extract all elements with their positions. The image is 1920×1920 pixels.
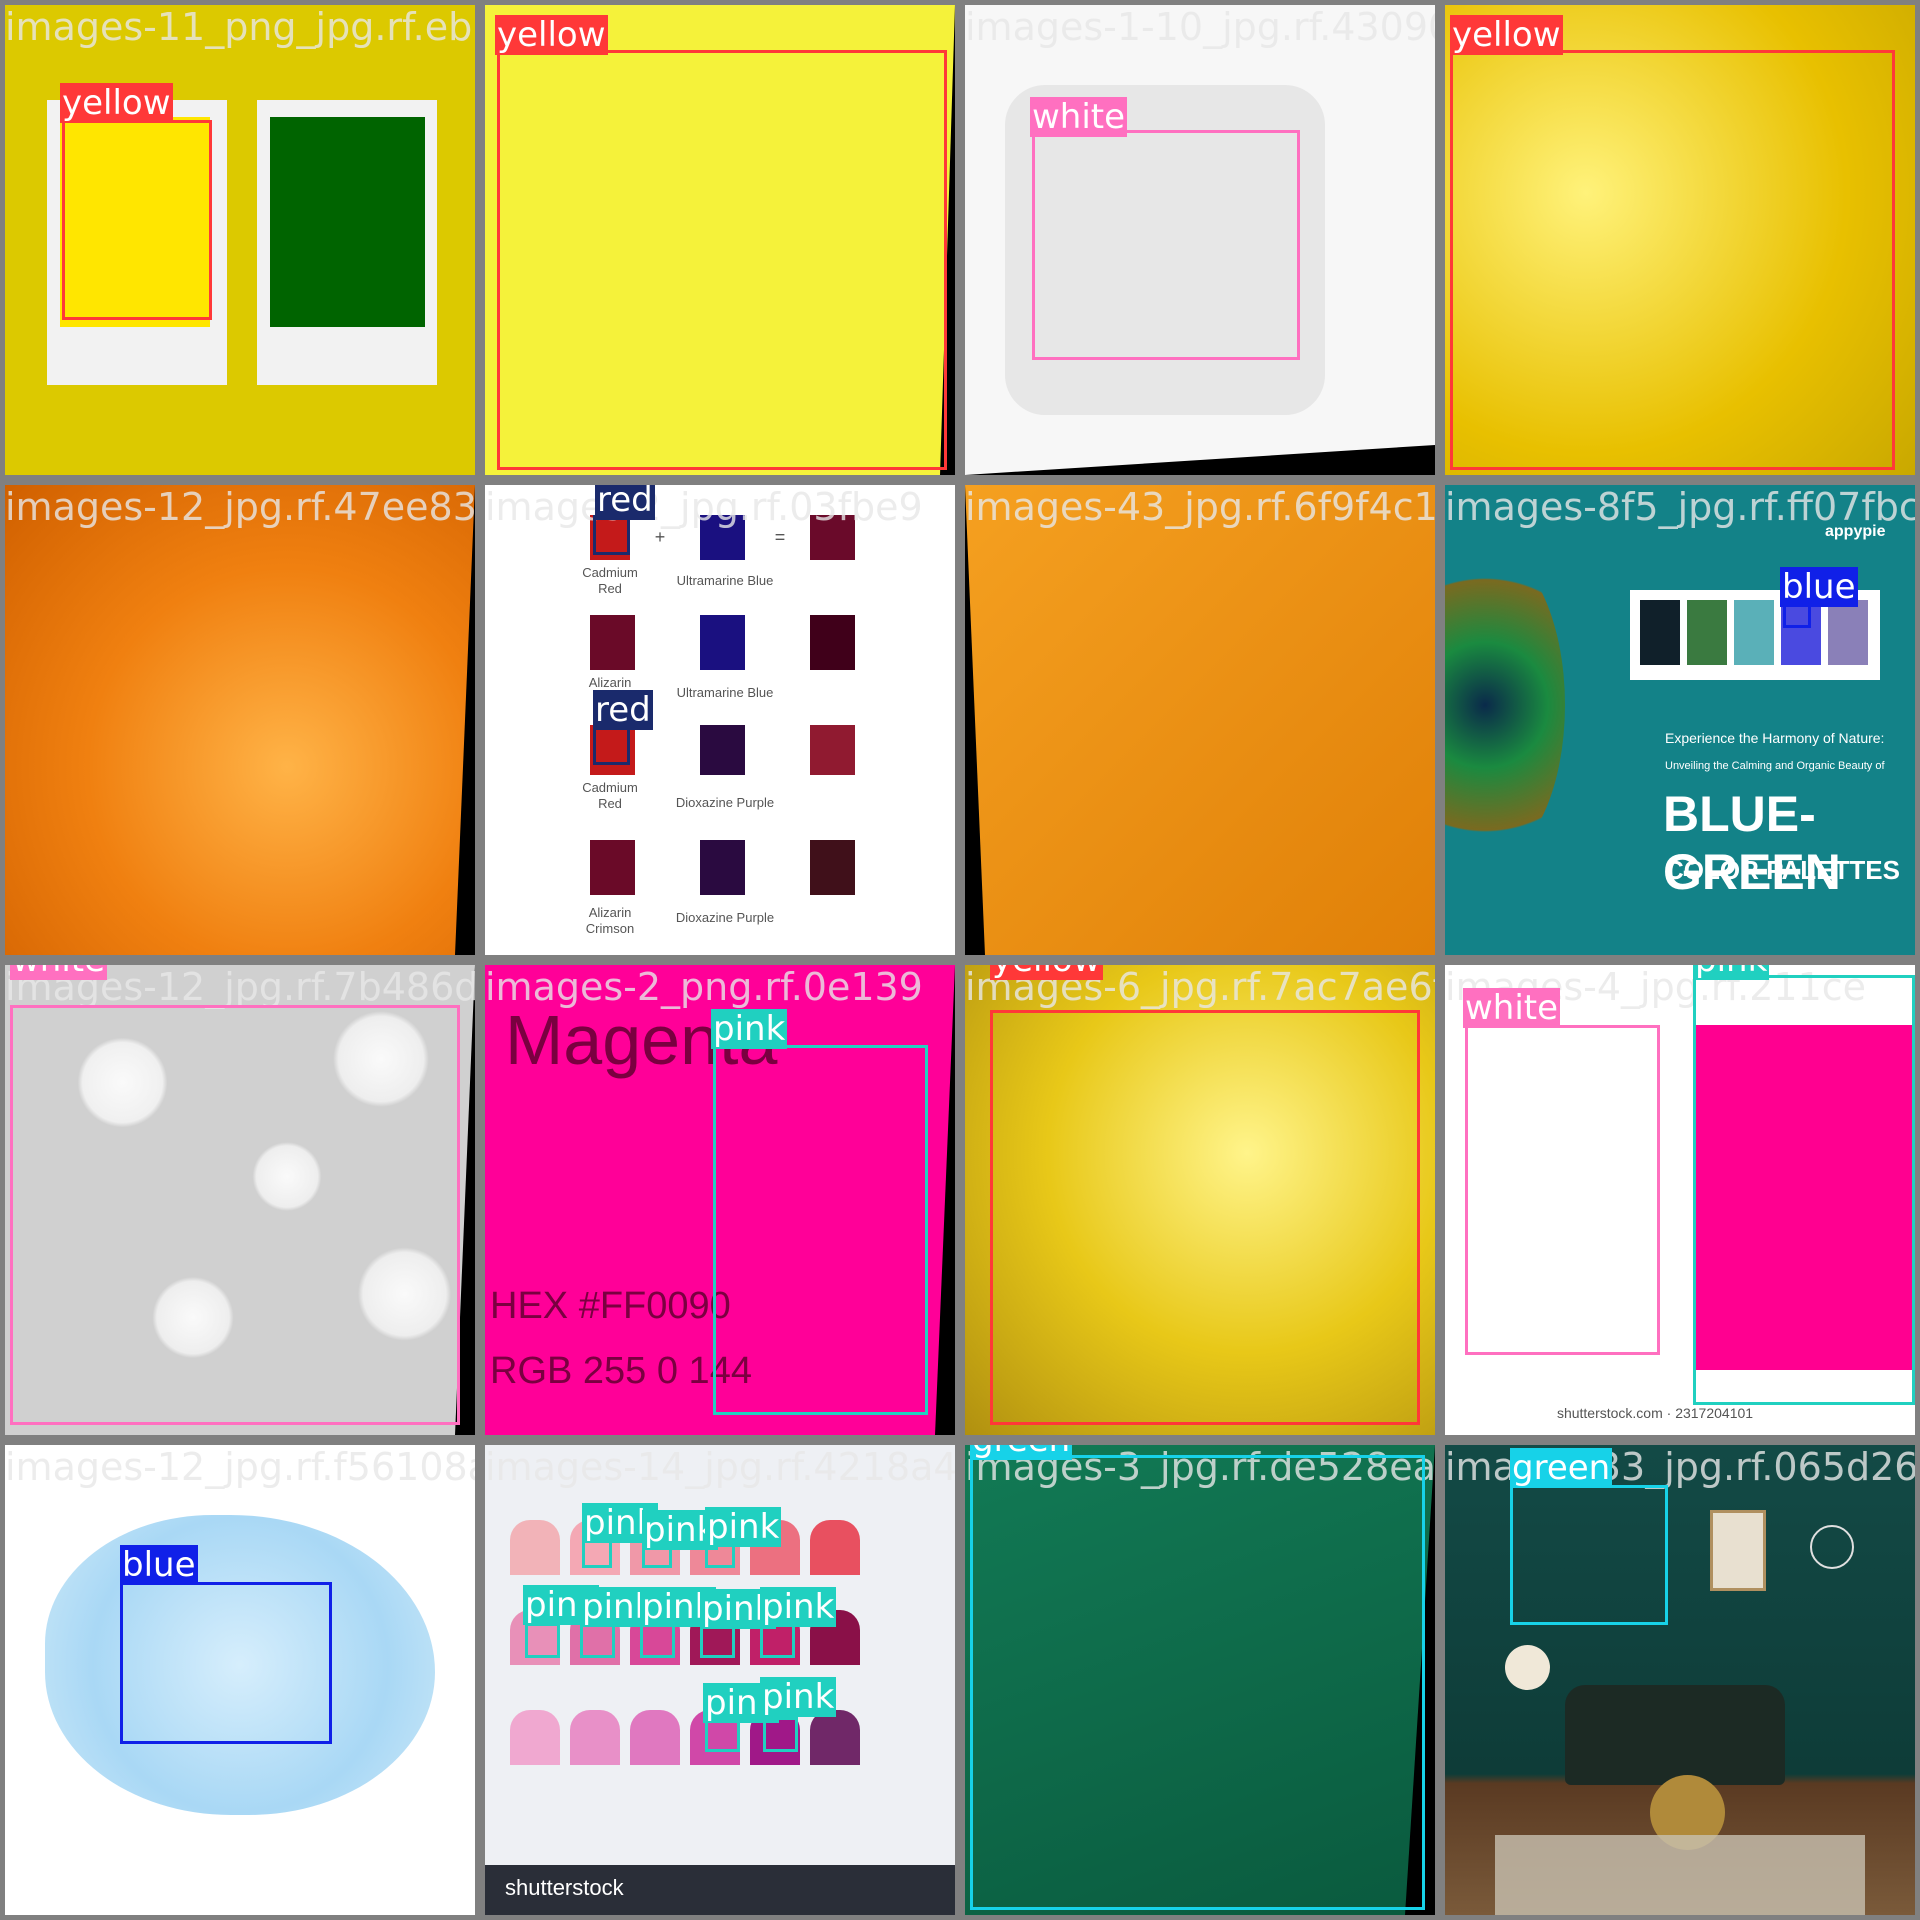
hex-code: HEX #FF0090 xyxy=(490,1285,731,1327)
bbox-label: yellow xyxy=(990,965,1103,980)
bbox-label: green xyxy=(1510,1448,1613,1488)
equals-sign: = xyxy=(774,527,786,547)
tile-1: yellow images-11_png_jpg.rf.eb53e xyxy=(5,5,475,475)
tile-filename: images-8f5_jpg.rf.ff07fbc95c xyxy=(1445,485,1915,529)
bbox-yellow xyxy=(62,120,212,320)
bbox-label: yellow xyxy=(60,83,173,123)
bbox-pink xyxy=(713,1045,928,1415)
bbox-yellow xyxy=(990,1010,1420,1425)
tile-6: Cadmium Red Ultramarine Blue Alizarin Ul… xyxy=(485,485,955,955)
swatch-caption: Dioxazine Purple xyxy=(675,910,775,925)
watermark-credit: shutterstock.com · 2317204101 xyxy=(1556,1405,1754,1421)
mosaic-grid: yellow images-11_png_jpg.rf.eb53e yellow… xyxy=(0,0,1920,1920)
bbox-label: yellow xyxy=(495,15,608,55)
tile-9: white images-12_jpg.rf.7b486d3a7 xyxy=(5,965,475,1435)
swatch-caption: Red xyxy=(598,796,622,811)
tile-4: yellow xyxy=(1445,5,1915,475)
bbox-label: white xyxy=(1463,988,1561,1028)
tile-filename: images-12_jpg.rf.f56108a30 xyxy=(5,1445,475,1489)
brand-watermark: shutterstock xyxy=(505,1875,624,1900)
bbox-green xyxy=(970,1455,1425,1910)
tile-filename: images-14_jpg.rf.4218a44e xyxy=(485,1445,955,1489)
bbox-yellow xyxy=(497,50,947,470)
tile-16: green images-33_jpg.rf.065d2675a xyxy=(1445,1445,1915,1915)
bbox-label: white xyxy=(10,965,108,980)
bbox-label: yellow xyxy=(1450,15,1563,55)
bbox-pink xyxy=(580,1623,615,1658)
plus-sign: + xyxy=(654,527,666,547)
tile-3: white images-1-10_jpg.rf.430902ca5 xyxy=(965,5,1435,475)
tile-5: orange images-12_jpg.rf.47ee83f77 xyxy=(5,485,475,955)
swatch-caption: Red xyxy=(598,581,622,596)
bbox-pink xyxy=(1693,975,1915,1405)
bbox-label: pink xyxy=(760,1677,837,1717)
tile-filename: images-12_jpg.rf.47ee83f77 xyxy=(5,485,475,529)
bbox-label: green xyxy=(970,1445,1073,1460)
tile-15: green images-3_jpg.rf.de528eaf9 xyxy=(965,1445,1435,1915)
bbox-green xyxy=(1510,1485,1668,1625)
tile-10: Magenta HEX #FF0090 RGB 255 0 144 pink i… xyxy=(485,965,955,1435)
bbox-white xyxy=(1465,1025,1660,1355)
bbox-pink xyxy=(525,1623,560,1658)
tile-11: yellow images-6_jpg.rf.7ac7ae6f xyxy=(965,965,1435,1435)
bbox-label: white xyxy=(1030,97,1128,137)
swatch-caption: Crimson xyxy=(585,921,635,936)
bbox-label: pink xyxy=(760,1587,837,1627)
tile-filename: images-2_png.rf.0e139 xyxy=(485,965,923,1009)
bbox-label: pink xyxy=(1693,965,1770,980)
swatch-caption: Alizarin xyxy=(588,675,632,690)
bbox-pink xyxy=(640,1623,675,1658)
swatch-caption: Dioxazine Purple xyxy=(675,795,775,810)
bbox-label: red xyxy=(595,485,655,520)
swatch-caption: Cadmium xyxy=(582,565,638,580)
bbox-label: pink xyxy=(705,1507,782,1547)
promo-line: Unveiling the Calming and Organic Beauty… xyxy=(1665,760,1885,772)
bbox-label: red xyxy=(593,690,653,730)
swatch-caption: Ultramarine Blue xyxy=(676,685,774,700)
bbox-label: blue xyxy=(120,1545,198,1585)
bbox-label: pink xyxy=(711,1009,788,1049)
tile-14: shutterstock pink pink pink pink pink pi… xyxy=(485,1445,955,1915)
swatch-caption: Cadmium xyxy=(582,780,638,795)
tile-filename: images-43_jpg.rf.6f9f4c197 xyxy=(965,485,1435,529)
swatch-caption: Ultramarine Blue xyxy=(676,573,774,588)
tile-filename: images-2_jpg.rf.03fbe9 xyxy=(485,485,923,529)
bbox-blue xyxy=(120,1582,332,1744)
bbox-white xyxy=(1032,130,1300,360)
promo-line: Experience the Harmony of Nature: xyxy=(1665,730,1885,746)
bbox-label: blue xyxy=(1780,567,1858,607)
tile-8: appypie Experience the Harmony of Nature… xyxy=(1445,485,1915,955)
bbox-yellow xyxy=(1450,50,1895,470)
tile-7: orange images-43_jpg.rf.6f9f4c197 xyxy=(965,485,1435,955)
promo-subtitle: COLOR PALETTES xyxy=(1665,855,1900,885)
tile-filename: images-1-10_jpg.rf.430902ca5 xyxy=(965,5,1435,49)
tile-filename: images-11_png_jpg.rf.eb53e xyxy=(5,5,475,49)
tile-12: shutterstock.com · 2317204101 white pink… xyxy=(1445,965,1915,1435)
tile-2: yellow xyxy=(485,5,955,475)
bbox-pink xyxy=(582,1540,612,1568)
swatch-caption: Alizarin xyxy=(588,905,632,920)
bbox-red xyxy=(593,725,630,765)
bbox-red xyxy=(593,515,630,555)
bbox-white xyxy=(10,1005,460,1425)
tile-13: blue images-12_jpg.rf.f56108a30 xyxy=(5,1445,475,1915)
